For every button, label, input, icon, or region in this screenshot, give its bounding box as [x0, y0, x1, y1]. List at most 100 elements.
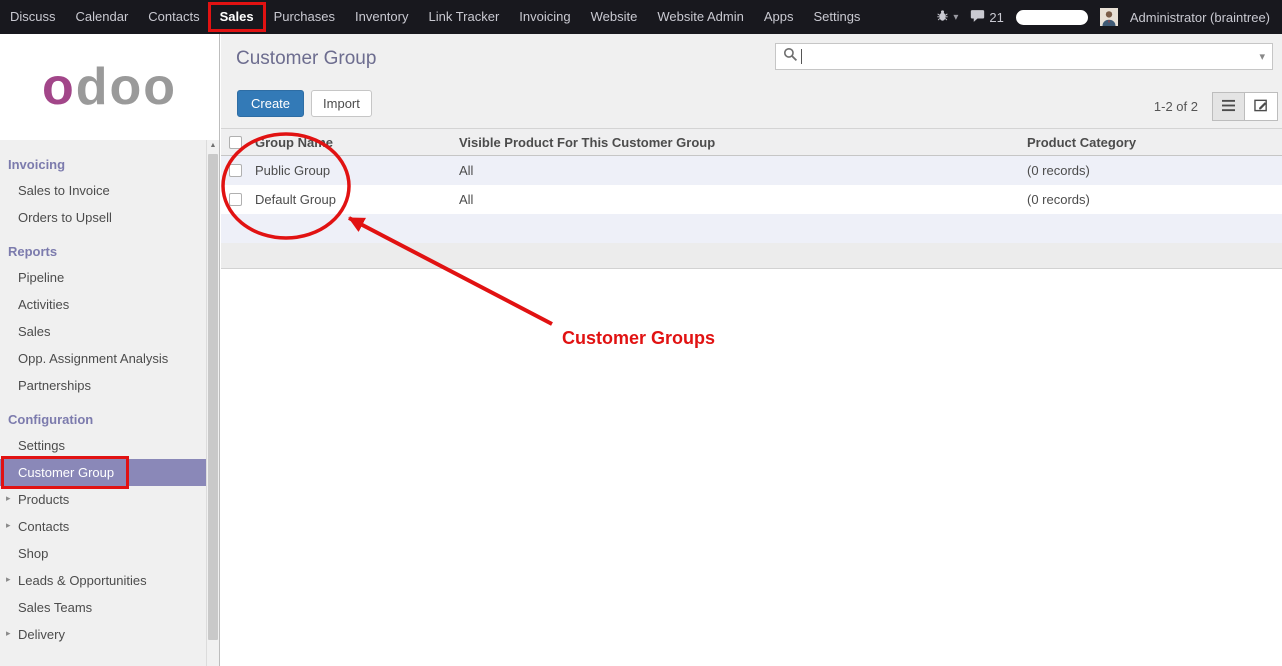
menu-link-tracker[interactable]: Link Tracker — [418, 0, 509, 34]
expand-caret-icon: ▸ — [6, 628, 11, 639]
sidebar-item-label: Shop — [18, 546, 48, 561]
sidebar-scrollbar[interactable]: ▲ — [206, 140, 219, 666]
avatar[interactable] — [1100, 8, 1118, 26]
table-row[interactable]: Public Group All (0 records) — [221, 156, 1282, 185]
menu-label: Website Admin — [657, 9, 743, 24]
menu-sales[interactable]: Sales — [210, 0, 264, 34]
menu-calendar[interactable]: Calendar — [66, 0, 139, 34]
list-view-button[interactable] — [1212, 92, 1245, 121]
table-footer-strip — [221, 243, 1282, 269]
sidebar-section-invoicing: Invoicing — [0, 152, 206, 177]
cell-product-category: (0 records) — [1021, 192, 1282, 207]
row-checkbox[interactable] — [229, 164, 242, 177]
menu-label: Link Tracker — [428, 9, 499, 24]
sidebar-section: Reports Pipeline Activities Sales Opp. A… — [0, 239, 206, 399]
sidebar-item-delivery[interactable]: ▸Delivery — [0, 621, 206, 648]
sidebar-item-activities[interactable]: Activities — [0, 291, 206, 318]
menu-settings[interactable]: Settings — [803, 0, 870, 34]
row-checkbox[interactable] — [229, 193, 242, 206]
column-header-product-category[interactable]: Product Category — [1021, 135, 1282, 150]
sidebar-item-pipeline[interactable]: Pipeline — [0, 264, 206, 291]
menu-invoicing[interactable]: Invoicing — [509, 0, 580, 34]
main-content: Customer Group ▾ Create Import 1-2 of 2 — [221, 34, 1282, 666]
menu-purchases[interactable]: Purchases — [264, 0, 345, 34]
menu-label: Discuss — [10, 9, 56, 24]
sidebar-item-label: Orders to Upsell — [18, 210, 112, 225]
sidebar-item-sales[interactable]: Sales — [0, 318, 206, 345]
sidebar-item-leads-opportunities[interactable]: ▸Leads & Opportunities — [0, 567, 206, 594]
chat-icon — [970, 9, 985, 26]
status-pill[interactable] — [1016, 10, 1088, 25]
import-button[interactable]: Import — [311, 90, 372, 117]
debug-menu[interactable]: ▾ — [936, 9, 958, 25]
sidebar-item-settings[interactable]: Settings — [0, 432, 206, 459]
form-view-icon — [1254, 98, 1269, 115]
sidebar-item-products[interactable]: ▸Products — [0, 486, 206, 513]
menu-label: Sales — [220, 9, 254, 24]
pager-area: 1-2 of 2 — [1154, 92, 1278, 121]
menu-label: Apps — [764, 9, 794, 24]
user-menu[interactable]: Administrator (braintree) — [1130, 10, 1270, 25]
sidebar-item-contacts[interactable]: ▸ Contacts — [0, 513, 206, 540]
menu-label: Calendar — [76, 9, 129, 24]
expand-caret-icon: ▸ — [6, 493, 11, 504]
sidebar-item-sales-teams[interactable]: Sales Teams — [0, 594, 206, 621]
search-options-caret-icon[interactable]: ▾ — [1259, 50, 1265, 63]
sidebar-section: Invoicing Sales to Invoice Orders to Ups… — [0, 152, 206, 231]
menu-label: Contacts — [148, 9, 199, 24]
row-check-cell — [221, 164, 249, 177]
pager: 1-2 of 2 — [1154, 99, 1198, 114]
messages-menu[interactable]: 21 — [970, 9, 1003, 26]
cell-group-name: Public Group — [249, 163, 459, 178]
sidebar-item-label: Contacts — [18, 519, 69, 534]
menu-label: Purchases — [274, 9, 335, 24]
table-row[interactable]: Default Group All (0 records) — [221, 185, 1282, 214]
menu-contacts[interactable]: Contacts — [138, 0, 209, 34]
sidebar-item-label: Customer Group — [18, 465, 114, 480]
sidebar-section: Configuration Settings Customer Group ▸P… — [0, 407, 206, 648]
table-header: Group Name Visible Product For This Cust… — [221, 128, 1282, 156]
sidebar-item-label: Leads & Opportunities — [18, 573, 147, 588]
scrollbar-thumb[interactable] — [208, 154, 218, 640]
scroll-up-icon[interactable]: ▲ — [207, 142, 219, 149]
menu-label: Invoicing — [519, 9, 570, 24]
messages-count: 21 — [989, 10, 1003, 25]
create-button[interactable]: Create — [237, 90, 304, 117]
form-view-button[interactable] — [1245, 92, 1278, 121]
sidebar-item-orders-to-upsell[interactable]: Orders to Upsell — [0, 204, 206, 231]
logo-area: odoo — [0, 34, 219, 140]
column-header-visible-product[interactable]: Visible Product For This Customer Group — [459, 135, 1021, 150]
sidebar: odoo Invoicing Sales to Invoice Orders t… — [0, 34, 220, 666]
bug-icon — [936, 9, 949, 25]
menu-label: Inventory — [355, 9, 408, 24]
menu-website[interactable]: Website — [581, 0, 648, 34]
sidebar-item-customer-group[interactable]: Customer Group — [0, 459, 206, 486]
systray: ▾ 21 Administrator (braintree) — [936, 8, 1282, 26]
sidebar-item-sales-to-invoice[interactable]: Sales to Invoice — [0, 177, 206, 204]
sidebar-item-label: Partnerships — [18, 378, 91, 393]
logo-rest: doo — [76, 58, 177, 116]
sidebar-section-reports: Reports — [0, 239, 206, 264]
menu-inventory[interactable]: Inventory — [345, 0, 418, 34]
menu-website-admin[interactable]: Website Admin — [647, 0, 753, 34]
page-title: Customer Group — [236, 48, 376, 70]
control-panel: Customer Group ▾ Create Import 1-2 of 2 — [221, 34, 1282, 128]
sidebar-item-label: Pipeline — [18, 270, 64, 285]
expand-caret-icon: ▸ — [6, 520, 11, 531]
menu-apps[interactable]: Apps — [754, 0, 804, 34]
caret-down-icon: ▾ — [953, 12, 958, 23]
sidebar-item-label: Settings — [18, 438, 65, 453]
odoo-logo[interactable]: odoo — [42, 61, 177, 113]
header-check-cell — [221, 136, 249, 149]
search-input[interactable] — [802, 44, 1255, 69]
sidebar-item-opp-assignment-analysis[interactable]: Opp. Assignment Analysis — [0, 345, 206, 372]
menu-discuss[interactable]: Discuss — [0, 0, 66, 34]
sidebar-menu: Invoicing Sales to Invoice Orders to Ups… — [0, 140, 206, 666]
column-header-group-name[interactable]: Group Name — [249, 135, 459, 150]
menu-label: Website — [591, 9, 638, 24]
sidebar-item-partnerships[interactable]: Partnerships — [0, 372, 206, 399]
sidebar-section-configuration: Configuration — [0, 407, 206, 432]
sidebar-item-shop[interactable]: Shop — [0, 540, 206, 567]
cell-product-category: (0 records) — [1021, 163, 1282, 178]
select-all-checkbox[interactable] — [229, 136, 242, 149]
